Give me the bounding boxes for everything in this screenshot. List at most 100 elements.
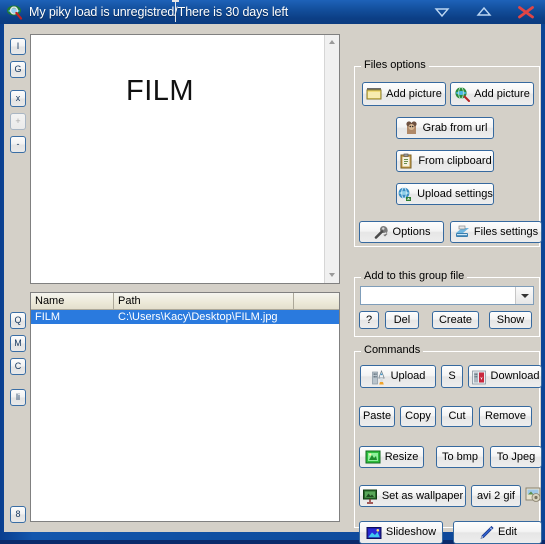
tool-button-c[interactable]: C (10, 358, 26, 375)
group-del-button[interactable]: Del (385, 311, 419, 329)
wallpaper-icon (362, 488, 378, 504)
add-picture-web-button[interactable]: Add picture (450, 82, 534, 106)
scroll-down-icon[interactable] (325, 268, 339, 283)
resize-icon (365, 449, 381, 465)
group-help-button[interactable]: ? (359, 311, 379, 329)
files-settings-label: Files settings (473, 225, 539, 238)
tool-button-i[interactable]: I (10, 38, 26, 55)
preview-vertical-scrollbar[interactable] (324, 35, 339, 283)
edit-button[interactable]: Edit (453, 521, 542, 544)
column-header-name[interactable]: Name (31, 293, 114, 309)
remove-button[interactable]: Remove (479, 406, 532, 427)
add-picture-local-button[interactable]: Add picture (362, 82, 446, 106)
files-settings-button[interactable]: Files settings (450, 221, 542, 243)
globe-upload-icon (397, 186, 413, 202)
download-label: Download (490, 370, 540, 382)
pencil-icon (478, 525, 494, 541)
s-label: S (448, 370, 456, 382)
tool-button-li[interactable]: li (10, 389, 26, 406)
left-toolbar-top: I G x + - (8, 38, 28, 159)
add-picture-web-label: Add picture (474, 87, 530, 100)
group-file-combo[interactable] (360, 286, 534, 305)
slideshow-label: Slideshow (385, 526, 437, 538)
download-icon (471, 369, 487, 385)
from-clipboard-label: From clipboard (418, 154, 492, 167)
group-show-label: Show (496, 313, 525, 326)
resize-label: Resize (384, 450, 419, 463)
paste-button[interactable]: Paste (359, 406, 395, 427)
column-header-extra[interactable] (294, 293, 339, 309)
slideshow-icon (366, 525, 382, 541)
avi-2-gif-preview-icon[interactable] (525, 486, 543, 504)
to-jpeg-label: To Jpeg (496, 450, 536, 463)
globe-search-icon (454, 86, 471, 102)
to-bmp-button[interactable]: To bmp (436, 446, 484, 468)
to-jpeg-button[interactable]: To Jpeg (490, 446, 542, 468)
commands-title: Commands (361, 344, 424, 356)
upload-button[interactable]: Upload (360, 365, 436, 388)
set-as-wallpaper-label: Set as wallpaper (381, 489, 464, 502)
table-row[interactable]: FILM C:\Users\Kacy\Desktop\FILM.jpg (31, 310, 339, 324)
tool-button-g[interactable]: G (10, 61, 26, 78)
app-magnifier-icon (6, 4, 24, 20)
copy-label: Copy (405, 410, 431, 422)
column-header-path[interactable]: Path (114, 293, 294, 309)
download-button[interactable]: Download (468, 365, 542, 388)
grab-from-url-button[interactable]: Grab from url (396, 117, 494, 139)
folder-icon (366, 86, 382, 102)
files-settings-icon (454, 224, 470, 240)
tool-button-8[interactable]: 8 (10, 506, 26, 523)
tool-button-plus[interactable]: + (10, 113, 26, 130)
maximize-button[interactable] (473, 4, 495, 20)
copy-button[interactable]: Copy (400, 406, 436, 427)
chevron-down-icon[interactable] (515, 287, 533, 304)
resize-button[interactable]: Resize (359, 446, 424, 468)
tool-button-x[interactable]: x (10, 90, 26, 107)
remove-label: Remove (485, 410, 526, 422)
application-window: My piky load is unregistred/There is 30 … (0, 0, 545, 544)
window-title: My piky load is unregistred/There is 30 … (29, 5, 289, 19)
grabber-icon (403, 120, 419, 136)
tool-button-minus[interactable]: - (10, 136, 26, 153)
to-bmp-label: To bmp (441, 450, 479, 463)
options-label: Options (392, 225, 431, 238)
cut-label: Cut (448, 410, 466, 422)
from-clipboard-button[interactable]: From clipboard (396, 150, 494, 172)
grab-from-url-label: Grab from url (422, 121, 488, 134)
avi-2-gif-button[interactable]: avi 2 gif (471, 485, 521, 507)
group-del-label: Del (393, 313, 411, 326)
file-list[interactable]: Name Path FILM C:\Users\Kacy\Desktop\FIL… (30, 292, 340, 522)
s-button[interactable]: S (441, 365, 463, 388)
client-area: I G x + - Q M C li 8 FILM Name Path FILM… (4, 24, 543, 544)
upload-settings-button[interactable]: Upload settings (396, 183, 494, 205)
wrench-icon (373, 224, 389, 240)
window-controls (431, 0, 537, 24)
upload-icon (371, 369, 387, 385)
left-toolbar-bottom: Q M C li (8, 312, 28, 412)
close-button[interactable] (515, 4, 537, 20)
options-button[interactable]: Options (359, 221, 444, 243)
tool-button-m[interactable]: M (10, 335, 26, 352)
edit-label: Edit (498, 526, 517, 538)
preview-image-text: FILM (126, 75, 195, 107)
image-preview-panel[interactable]: FILM (30, 34, 340, 284)
slideshow-button[interactable]: Slideshow (359, 521, 443, 544)
cell-path: C:\Users\Kacy\Desktop\FILM.jpg (118, 311, 278, 323)
scroll-up-icon[interactable] (325, 35, 339, 50)
cut-button[interactable]: Cut (441, 406, 473, 427)
group-show-button[interactable]: Show (489, 311, 532, 329)
clipboard-icon (398, 153, 414, 169)
group-file-title: Add to this group file (361, 270, 468, 282)
preview-canvas[interactable]: FILM (31, 35, 324, 283)
cell-extra (294, 310, 339, 324)
group-create-label: Create (438, 313, 473, 326)
add-picture-local-label: Add picture (386, 87, 442, 100)
upload-label: Upload (390, 370, 426, 382)
file-list-rows: FILM C:\Users\Kacy\Desktop\FILM.jpg (31, 310, 339, 521)
minimize-button[interactable] (431, 4, 453, 20)
paste-label: Paste (362, 410, 392, 422)
file-list-header: Name Path (31, 293, 339, 310)
group-create-button[interactable]: Create (432, 311, 479, 329)
set-as-wallpaper-button[interactable]: Set as wallpaper (359, 485, 466, 507)
tool-button-q[interactable]: Q (10, 312, 26, 329)
